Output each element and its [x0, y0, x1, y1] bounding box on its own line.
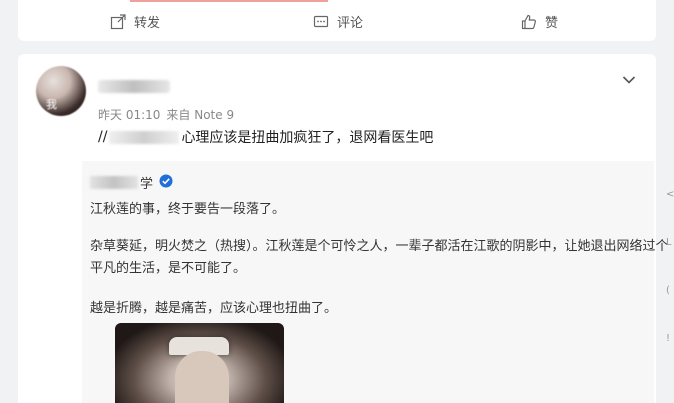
chevron-down-icon: [622, 70, 636, 89]
comment-label: 评论: [337, 16, 364, 31]
post-source: 来自 Note 9: [166, 108, 235, 122]
post-meta: 昨天 01:10 来自 Note 9: [98, 106, 240, 123]
thumbs-up-icon: [521, 14, 537, 30]
share-icon: [110, 13, 126, 30]
share-button[interactable]: 转发: [110, 12, 160, 31]
share-label: 转发: [134, 16, 161, 31]
post-time[interactable]: 昨天 01:10: [98, 108, 160, 122]
post-card: 我 昨天 01:10 来自 Note 9 // 心理应该是扭曲加疯狂了，退网看医生…: [18, 54, 669, 403]
reposted-content[interactable]: 学 江秋莲的事，终于要告一段落了。 杂草葵延，明火焚之（热搜）。江秋莲是个可怜之…: [82, 161, 669, 403]
like-button[interactable]: 赞: [521, 12, 558, 31]
avatar-badge-text: 我: [46, 98, 57, 111]
post-text-prefix: //: [98, 129, 108, 145]
side-icon-2[interactable]: L: [666, 238, 674, 248]
repost-image[interactable]: [115, 323, 284, 403]
previous-post-actions: 转发 评论 赞: [18, 0, 656, 41]
side-icon-1[interactable]: <: [666, 190, 674, 200]
comment-icon: [313, 14, 329, 30]
repost-line-1: 江秋莲的事，终于要告一段落了。: [90, 202, 286, 217]
more-options-button[interactable]: [622, 70, 636, 89]
repost-author-name: 学: [140, 177, 154, 192]
avatar[interactable]: 我: [36, 66, 86, 116]
side-icon-4[interactable]: !: [666, 334, 674, 344]
username-blurred[interactable]: [98, 80, 170, 93]
side-icon-3[interactable]: (: [666, 286, 674, 296]
verified-badge-icon: [159, 174, 173, 192]
repost-line-2: 杂草葵延，明火焚之（热搜）。江秋莲是个可怜之人，一辈子都活在江歌的阴影中，让她退…: [90, 239, 669, 254]
like-label: 赞: [545, 16, 559, 31]
repost-line-4: 越是折腾，越是痛苦，应该心理也扭曲了。: [90, 301, 338, 316]
repost-author-blurred: [90, 176, 138, 189]
repost-line-3: 平凡的生活，是不可能了。: [90, 261, 247, 276]
comment-button[interactable]: 评论: [313, 12, 363, 31]
mention-blurred[interactable]: [109, 130, 180, 144]
post-body: // 心理应该是扭曲加疯狂了，退网看医生吧: [98, 127, 433, 147]
accent-divider: [130, 0, 328, 2]
post-text: 心理应该是扭曲加疯狂了，退网看医生吧: [181, 130, 434, 146]
repost-author[interactable]: 学: [90, 173, 173, 192]
image-figure-face: [175, 351, 229, 403]
